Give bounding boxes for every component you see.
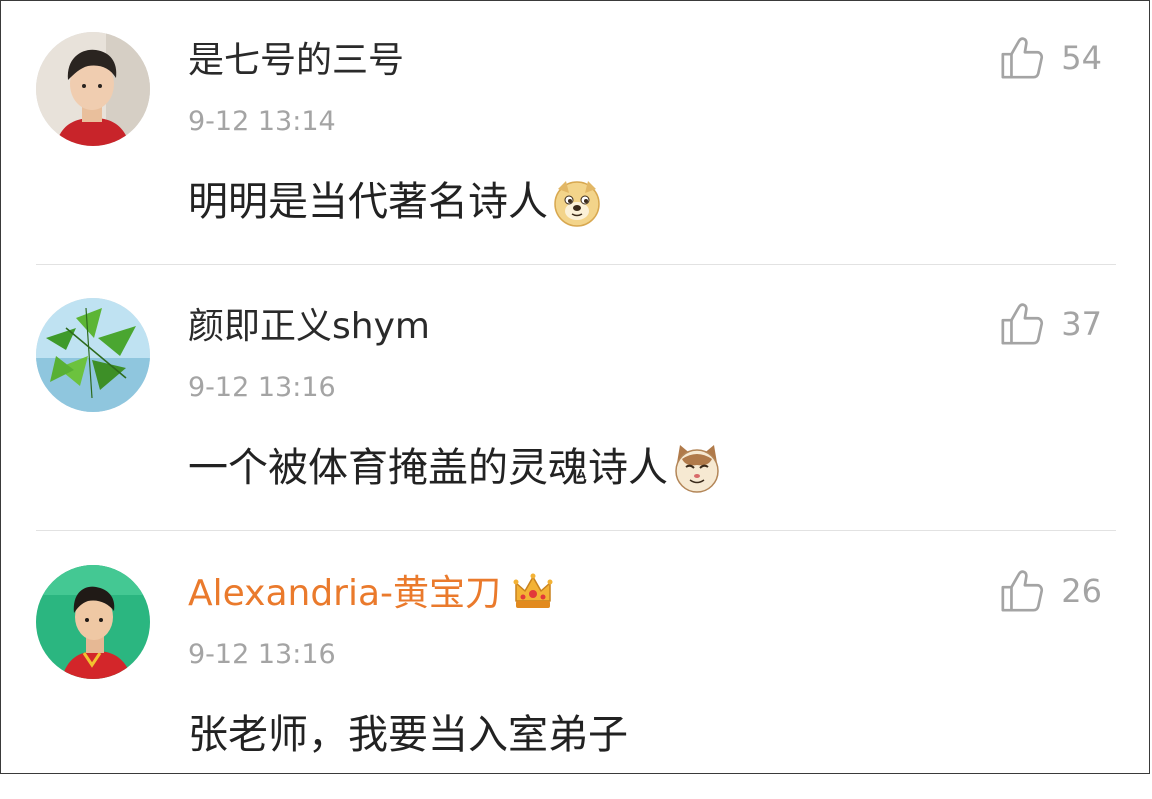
avatar-portrait-icon <box>36 32 150 146</box>
comment-body: 明明是当代著名诗人 <box>188 179 548 225</box>
user-avatar[interactable] <box>36 32 150 146</box>
thumbs-up-icon <box>1001 37 1044 79</box>
comment-text: 一个被体育掩盖的灵魂诗人 <box>188 438 722 498</box>
like-count: 26 <box>1061 572 1102 610</box>
user-avatar[interactable] <box>36 298 150 412</box>
username-text: Alexandria-黄宝刀 <box>188 573 502 614</box>
username[interactable]: Alexandria-黄宝刀 <box>188 571 555 617</box>
comment-body: 一个被体育掩盖的灵魂诗人 <box>188 445 668 491</box>
comment-item: 颜即正义shym 9-12 13:16 37 一个被体育掩盖的灵魂诗人 <box>0 266 1152 532</box>
cat-face-emoji-icon <box>675 445 719 493</box>
comment-item: Alexandria-黄宝刀 9-12 13:16 26 张老师，我要当入室弟子 <box>0 533 1152 799</box>
comment-divider <box>36 264 1116 265</box>
comment-timestamp: 9-12 13:14 <box>188 106 336 137</box>
user-avatar[interactable] <box>36 565 150 679</box>
avatar-leaves-icon <box>36 298 150 412</box>
thumbs-up-icon <box>1001 570 1044 612</box>
comment-body: 张老师，我要当入室弟子 <box>188 712 628 758</box>
crown-badge-icon <box>513 573 553 608</box>
like-button[interactable]: 54 <box>999 34 1102 82</box>
like-button[interactable]: 26 <box>999 567 1102 615</box>
username[interactable]: 是七号的三号 <box>188 38 404 84</box>
comment-text: 明明是当代著名诗人 <box>188 172 602 232</box>
like-count: 54 <box>1061 39 1102 77</box>
username[interactable]: 颜即正义shym <box>188 304 430 350</box>
comment-item: 是七号的三号 9-12 13:14 54 明明是当代著名诗人 <box>0 0 1152 266</box>
comment-timestamp: 9-12 13:16 <box>188 372 336 403</box>
comment-divider <box>36 530 1116 531</box>
thumbs-up-icon <box>1001 303 1044 345</box>
like-button[interactable]: 37 <box>999 300 1102 348</box>
doge-emoji-icon <box>554 181 600 227</box>
avatar-athlete-icon <box>36 565 150 679</box>
comment-text: 张老师，我要当入室弟子 <box>188 705 628 765</box>
like-count: 37 <box>1061 305 1102 343</box>
comment-timestamp: 9-12 13:16 <box>188 639 336 670</box>
